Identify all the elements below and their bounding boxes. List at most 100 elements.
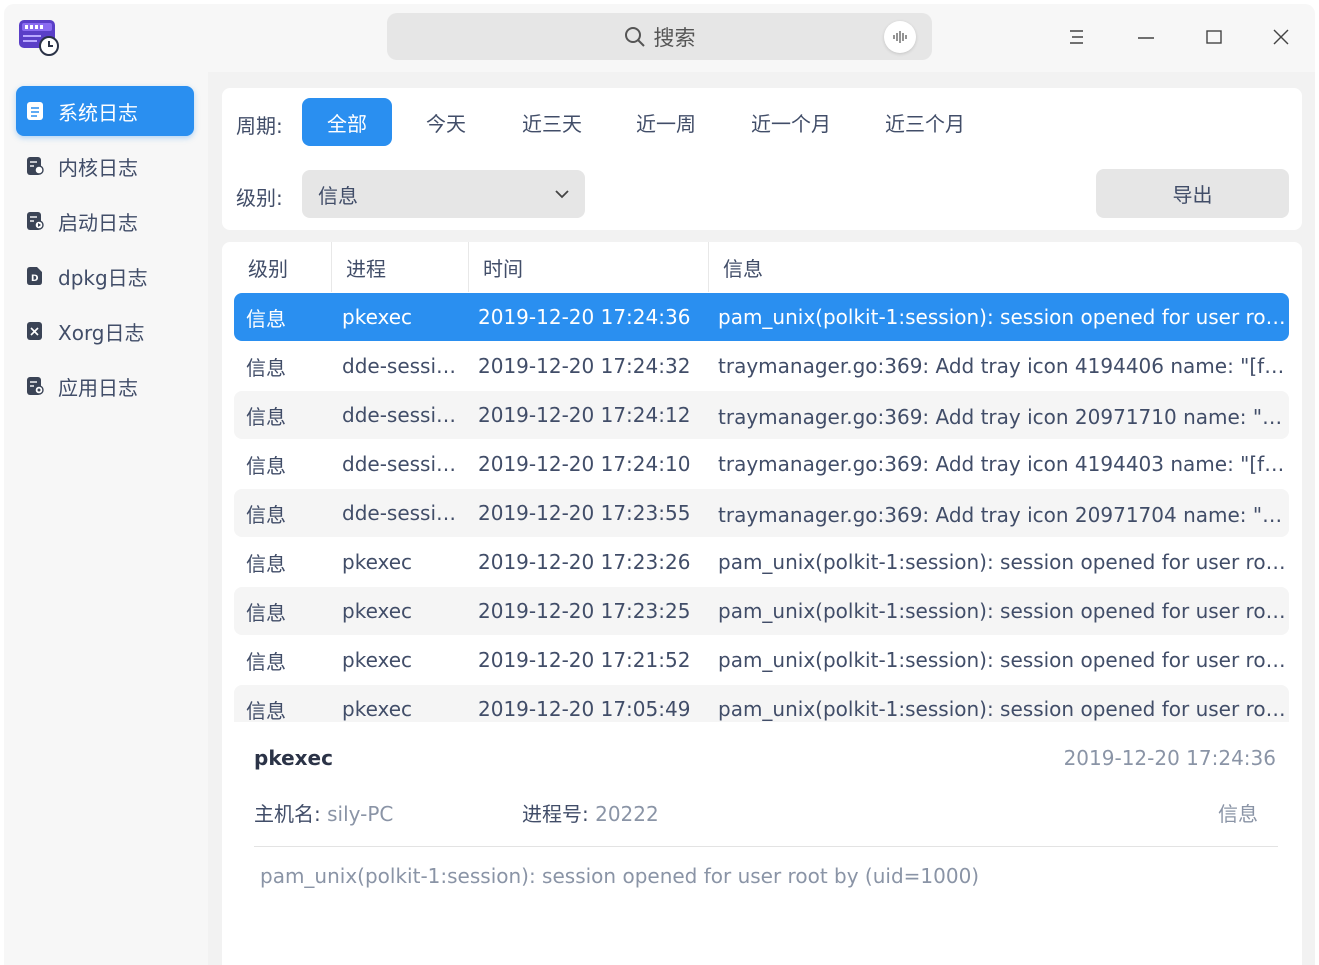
cell-info: pam_unix(polkit-1:session): session open… (718, 648, 1289, 672)
detail-level: 信息 (1218, 802, 1258, 826)
cell-time: 2019-12-20 17:23:25 (478, 599, 691, 623)
cell-level: 信息 (246, 551, 286, 576)
table-row[interactable]: 信息 dde-sessio… 2019-12-20 17:24:32 traym… (234, 342, 1289, 390)
period-week-button[interactable]: 近一周 (626, 98, 706, 146)
sidebar-item-system-log[interactable]: 系统日志 (16, 86, 194, 136)
sidebar-item-label: 内核日志 (58, 155, 138, 180)
sidebar-item-xorg-log[interactable]: Xorg日志 (16, 306, 194, 356)
cell-level: 信息 (246, 453, 286, 478)
cell-level: 信息 (246, 649, 286, 674)
minimize-icon (1138, 37, 1154, 39)
cell-info: pam_unix(polkit-1:session): session open… (718, 305, 1289, 329)
detail-pid-value: 20222 (595, 802, 659, 826)
cell-level: 信息 (246, 502, 286, 527)
minimize-button[interactable] (1130, 21, 1162, 53)
cell-time: 2019-12-20 17:21:52 (478, 648, 691, 672)
table-row[interactable]: 信息 dde-sessio… 2019-12-20 17:24:10 traym… (234, 440, 1289, 488)
maximize-icon (1206, 30, 1222, 44)
cell-process: pkexec (342, 648, 413, 672)
period-3months-button[interactable]: 近三个月 (872, 98, 978, 146)
sidebar-item-label: 系统日志 (58, 100, 138, 125)
table-row[interactable]: 信息 pkexec 2019-12-20 17:23:26 pam_unix(p… (234, 538, 1289, 586)
column-header-process[interactable]: 进程 (332, 242, 469, 292)
detail-divider (254, 846, 1278, 847)
sidebar-item-app-log[interactable]: 应用日志 (16, 361, 194, 411)
cell-info: pam_unix(polkit-1:session): session open… (718, 697, 1289, 721)
cell-process: pkexec (342, 550, 413, 574)
cell-time: 2019-12-20 17:24:10 (478, 452, 691, 476)
menu-button[interactable] (1061, 21, 1093, 53)
close-button[interactable] (1265, 21, 1297, 53)
sidebar-item-dpkg-log[interactable]: D dpkg日志 (16, 251, 194, 301)
sidebar-item-kernel-log[interactable]: 内核日志 (16, 141, 194, 191)
table-row[interactable]: 信息 pkexec 2019-12-20 17:23:25 pam_unix(p… (234, 587, 1289, 635)
cell-process: dde-sessio… (342, 354, 466, 378)
column-header-level[interactable]: 级别 (222, 242, 332, 292)
boot-log-icon (27, 212, 44, 230)
detail-hostname-value: sily-PC (327, 802, 394, 826)
detail-process: pkexec (254, 746, 333, 770)
period-3days-button[interactable]: 近三天 (512, 98, 592, 146)
close-icon (1273, 29, 1289, 45)
table-row[interactable]: 信息 pkexec 2019-12-20 17:21:52 pam_unix(p… (234, 636, 1289, 684)
app-log-icon (27, 377, 44, 395)
cell-info: traymanager.go:369: Add tray icon 419440… (718, 354, 1289, 378)
search-box[interactable]: 搜索 (387, 13, 932, 60)
table-row[interactable]: 信息 pkexec 2019-12-20 17:24:36 pam_unix(p… (234, 293, 1289, 341)
column-header-info[interactable]: 信息 (709, 242, 1302, 292)
system-log-icon (27, 102, 43, 120)
table-row[interactable]: 信息 pkexec 2019-12-20 17:05:49 pam_unix(p… (234, 685, 1289, 722)
cell-info: traymanager.go:369: Add tray icon 419440… (718, 452, 1289, 476)
level-select[interactable]: 信息 (302, 170, 585, 218)
period-month-button[interactable]: 近一个月 (738, 98, 844, 146)
xorg-log-icon (27, 322, 42, 340)
cell-info: pam_unix(polkit-1:session): session open… (718, 599, 1289, 623)
sidebar-item-label: Xorg日志 (58, 320, 145, 345)
cell-process: pkexec (342, 599, 413, 623)
chevron-down-icon (555, 190, 569, 199)
table-header: 级别 进程 时间 信息 (222, 242, 1302, 292)
sidebar-item-label: 启动日志 (58, 210, 138, 235)
detail-pid-label: 进程号: (522, 802, 589, 826)
main-content: 周期: 全部 今天 近三天 近一周 近一个月 近三个月 级别: 信息 导出 级别… (208, 72, 1315, 965)
export-button[interactable]: 导出 (1096, 169, 1289, 218)
detail-time: 2019-12-20 17:24:36 (1063, 746, 1276, 770)
detail-message: pam_unix(polkit-1:session): session open… (260, 864, 980, 888)
cell-process: dde-sessio… (342, 403, 466, 427)
cell-process: dde-sessio… (342, 501, 466, 525)
cell-level: 信息 (246, 306, 286, 331)
app-logo-icon (19, 20, 59, 56)
cell-process: pkexec (342, 305, 413, 329)
cell-time: 2019-12-20 17:24:32 (478, 354, 691, 378)
log-detail-panel: pkexec 2019-12-20 17:24:36 主机名: sily-PC … (222, 722, 1302, 965)
cell-time: 2019-12-20 17:05:49 (478, 697, 691, 721)
sidebar-item-label: dpkg日志 (58, 265, 148, 290)
cell-info: traymanager.go:369: Add tray icon 209717… (718, 404, 1289, 429)
column-header-time[interactable]: 时间 (469, 242, 709, 292)
period-all-button[interactable]: 全部 (302, 98, 392, 146)
cell-time: 2019-12-20 17:23:55 (478, 501, 691, 525)
table-row[interactable]: 信息 dde-sessio… 2019-12-20 17:24:12 traym… (234, 391, 1289, 439)
maximize-button[interactable] (1198, 21, 1230, 53)
table-row[interactable]: 信息 dde-sessio… 2019-12-20 17:23:55 traym… (234, 489, 1289, 537)
cell-level: 信息 (246, 600, 286, 625)
period-label: 周期: (236, 114, 283, 138)
cell-time: 2019-12-20 17:24:36 (478, 305, 691, 329)
cell-time: 2019-12-20 17:23:26 (478, 550, 691, 574)
cell-process: pkexec (342, 697, 413, 721)
cell-level: 信息 (246, 355, 286, 380)
app-window: 搜索 系统日志 内核日志 启动日志 D dpkg日志 Xorg日志 应用日志 周… (4, 4, 1315, 965)
svg-text:D: D (31, 274, 38, 284)
detail-pid: 进程号: 20222 (522, 798, 659, 827)
voice-input-button[interactable] (884, 21, 916, 53)
period-today-button[interactable]: 今天 (414, 98, 478, 146)
detail-hostname-label: 主机名: (254, 802, 321, 826)
cell-info: pam_unix(polkit-1:session): session open… (718, 550, 1289, 574)
sidebar-item-boot-log[interactable]: 启动日志 (16, 196, 194, 246)
cell-process: dde-sessio… (342, 452, 466, 476)
dpkg-log-icon: D (27, 267, 42, 285)
voice-input-icon (893, 31, 907, 43)
sidebar: 系统日志 内核日志 启动日志 D dpkg日志 Xorg日志 应用日志 (4, 72, 208, 965)
cell-level: 信息 (246, 404, 286, 429)
search-placeholder: 搜索 (653, 25, 696, 50)
